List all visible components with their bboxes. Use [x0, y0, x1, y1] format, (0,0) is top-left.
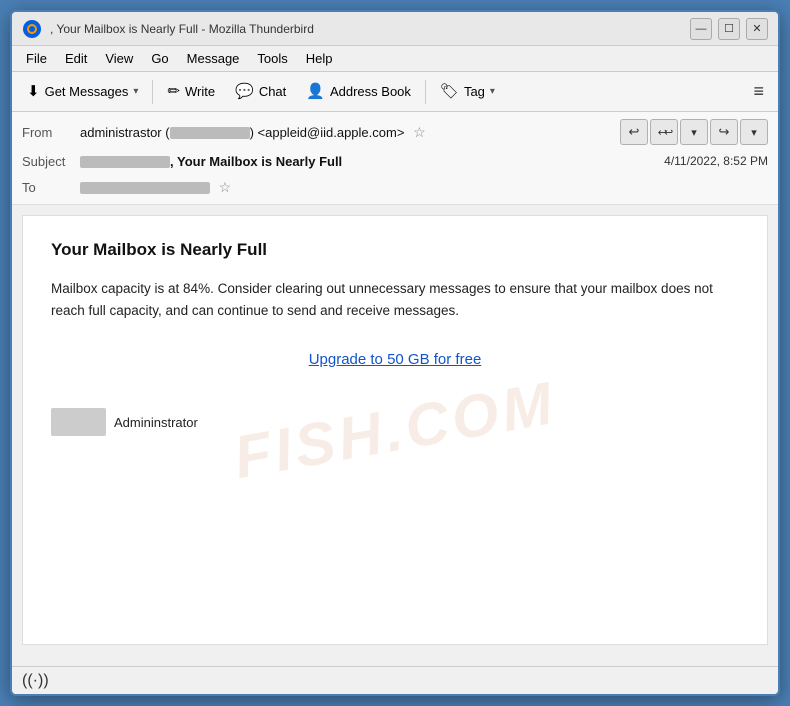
- menu-edit[interactable]: Edit: [57, 49, 95, 68]
- more-button[interactable]: ▾: [740, 119, 768, 145]
- write-icon: ✏: [167, 84, 180, 99]
- signature-name: Admininstrator: [114, 415, 198, 430]
- chat-icon: 💬: [235, 84, 254, 99]
- window-controls: — ☐ ✕: [690, 18, 768, 40]
- get-messages-icon: ⬇: [27, 84, 40, 99]
- menu-go[interactable]: Go: [143, 49, 176, 68]
- signature-avatar: [51, 408, 106, 436]
- email-content-box: FISH.COM Your Mailbox is Nearly Full Mai…: [22, 215, 768, 645]
- reply-dropdown-button[interactable]: ▾: [680, 119, 708, 145]
- to-row: To ☆: [12, 174, 778, 200]
- to-star-icon[interactable]: ☆: [219, 179, 232, 195]
- toolbar-divider-2: [425, 80, 426, 104]
- tag-dropdown-arrow[interactable]: ▾: [490, 86, 495, 97]
- minimize-button[interactable]: —: [690, 18, 712, 40]
- connection-status-icon: ((·)): [22, 672, 49, 690]
- toolbar-divider-1: [152, 80, 153, 104]
- get-messages-dropdown-arrow[interactable]: ▾: [133, 86, 138, 97]
- status-bar: ((·)): [12, 666, 778, 694]
- close-button[interactable]: ✕: [746, 18, 768, 40]
- get-messages-button[interactable]: ⬇ Get Messages ▾: [18, 76, 147, 108]
- email-body-scroll[interactable]: FISH.COM Your Mailbox is Nearly Full Mai…: [12, 205, 778, 666]
- subject-row: Subject , Your Mailbox is Nearly Full 4/…: [12, 148, 778, 174]
- tag-icon: 🏷: [440, 84, 459, 99]
- from-star-icon[interactable]: ☆: [413, 124, 426, 140]
- maximize-button[interactable]: ☐: [718, 18, 740, 40]
- window-title: , Your Mailbox is Nearly Full - Mozilla …: [50, 22, 690, 36]
- hamburger-menu-button[interactable]: ≡: [745, 77, 772, 106]
- menu-bar: File Edit View Go Message Tools Help: [12, 46, 778, 72]
- email-title: Your Mailbox is Nearly Full: [51, 240, 739, 260]
- tag-button[interactable]: 🏷 Tag ▾: [431, 76, 504, 108]
- from-name: administrastor ( ) <appleid@iid.apple.co…: [80, 125, 404, 140]
- title-bar: , Your Mailbox is Nearly Full - Mozilla …: [12, 12, 778, 46]
- email-timestamp: 4/11/2022, 8:52 PM: [664, 154, 768, 168]
- email-header: From administrastor ( ) <appleid@iid.app…: [12, 112, 778, 205]
- menu-message[interactable]: Message: [179, 49, 248, 68]
- address-book-icon: 👤: [306, 84, 325, 99]
- menu-file[interactable]: File: [18, 49, 55, 68]
- signature-line: Admininstrator: [51, 408, 739, 436]
- menu-tools[interactable]: Tools: [249, 49, 295, 68]
- menu-view[interactable]: View: [97, 49, 141, 68]
- forward-button[interactable]: ↪: [710, 119, 738, 145]
- menu-help[interactable]: Help: [298, 49, 341, 68]
- write-button[interactable]: ✏ Write: [158, 76, 224, 108]
- reply-button[interactable]: ↩: [620, 119, 648, 145]
- from-value: administrastor ( ) <appleid@iid.apple.co…: [80, 124, 620, 141]
- subject-label: Subject: [22, 154, 80, 169]
- from-label: From: [22, 125, 80, 140]
- to-value: ☆: [80, 179, 768, 196]
- toolbar: ⬇ Get Messages ▾ ✏ Write 💬 Chat 👤 Addres…: [12, 72, 778, 112]
- subject-value: , Your Mailbox is Nearly Full: [80, 154, 654, 169]
- main-window: , Your Mailbox is Nearly Full - Mozilla …: [10, 10, 780, 696]
- reply-all-button[interactable]: ↩↩: [650, 119, 678, 145]
- chat-button[interactable]: 💬 Chat: [226, 76, 295, 108]
- to-label: To: [22, 180, 80, 195]
- from-row: From administrastor ( ) <appleid@iid.app…: [12, 116, 778, 148]
- email-body-paragraph: Mailbox capacity is at 84%. Consider cle…: [51, 278, 739, 321]
- email-body-wrapper: FISH.COM Your Mailbox is Nearly Full Mai…: [12, 205, 778, 666]
- nav-buttons: ↩ ↩↩ ▾ ↪ ▾: [620, 119, 768, 145]
- app-logo: [22, 19, 42, 39]
- address-book-button[interactable]: 👤 Address Book: [297, 76, 420, 108]
- upgrade-link[interactable]: Upgrade to 50 GB for free: [51, 351, 739, 368]
